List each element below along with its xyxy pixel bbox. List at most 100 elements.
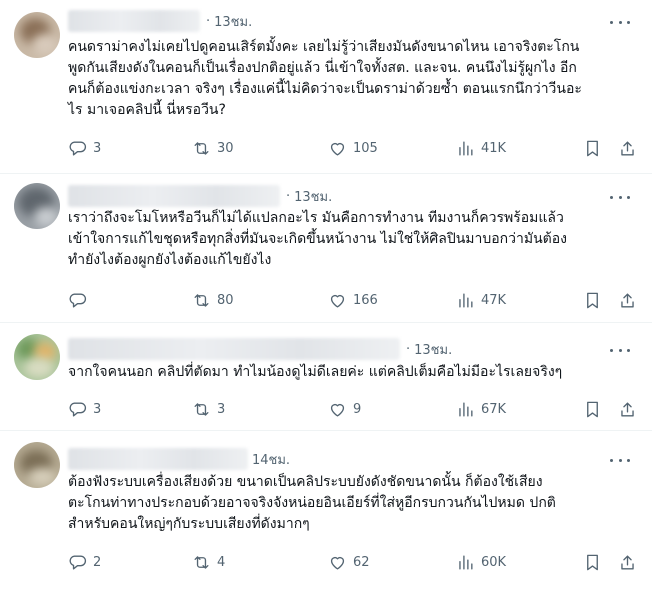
more-options-button[interactable]	[610, 12, 630, 32]
bookmark-icon	[587, 292, 598, 308]
like-count: 166	[353, 292, 378, 308]
like-button[interactable]: 166	[328, 289, 378, 311]
retweet-button[interactable]: 80	[192, 289, 234, 311]
post[interactable]: · 13ชม. เราว่าถึงจะโมโหหรือวีนก็ไม่ได้แป…	[0, 175, 652, 323]
bookmark-icon	[587, 401, 598, 417]
more-icon-dot	[618, 195, 622, 199]
more-options-button[interactable]	[610, 340, 630, 360]
author-name[interactable]	[68, 338, 400, 360]
more-options-button[interactable]	[610, 450, 630, 470]
retweet-icon	[194, 402, 209, 416]
separator-dot: ·	[206, 13, 211, 29]
post-time[interactable]: 13ชม.	[414, 339, 452, 360]
retweet-button[interactable]: 4	[192, 551, 225, 573]
more-icon-dot	[618, 458, 622, 462]
post-time[interactable]: 13ชม.	[294, 186, 332, 207]
reply-count: 3	[93, 401, 102, 417]
post-text: ต้องฟังระบบเครื่องเสียงด้วย ขนาดเป็นคลิป…	[68, 474, 556, 532]
views-icon	[459, 401, 473, 417]
share-icon	[621, 401, 634, 417]
bookmark-button[interactable]	[583, 289, 602, 311]
author-name[interactable]	[68, 10, 200, 32]
post-actions: 3 30 105 41K	[68, 137, 640, 159]
retweet-icon	[194, 555, 209, 569]
views-count: 67K	[481, 401, 507, 417]
bookmark-icon	[587, 140, 598, 156]
like-button[interactable]: 9	[328, 398, 361, 420]
author-name[interactable]	[68, 448, 248, 470]
reply-button[interactable]: 2	[68, 551, 101, 573]
share-icon	[621, 140, 634, 156]
views-button[interactable]: 67K	[456, 398, 506, 420]
share-button[interactable]	[618, 398, 637, 420]
reply-count: 3	[93, 140, 102, 156]
more-icon-dot	[618, 348, 622, 352]
more-icon	[610, 348, 613, 352]
retweet-button[interactable]: 30	[192, 137, 234, 159]
post[interactable]: · 13ชม. จากใจคนนอก คลิปที่ตัดมา ทำไมน้อง…	[0, 324, 652, 431]
share-button[interactable]	[618, 551, 637, 573]
more-icon-dot	[627, 458, 630, 462]
separator-dot: ·	[406, 341, 411, 357]
reply-button[interactable]: 3	[68, 137, 101, 159]
share-icon	[621, 292, 634, 308]
share-button[interactable]	[618, 289, 637, 311]
retweet-count: 4	[217, 554, 226, 570]
more-icon-dot	[627, 195, 630, 199]
more-options-button[interactable]	[610, 187, 630, 207]
avatar[interactable]	[14, 12, 60, 58]
reply-icon	[69, 401, 87, 417]
reply-button[interactable]: 3	[68, 398, 101, 420]
views-count: 41K	[481, 140, 507, 156]
heart-icon	[330, 294, 345, 308]
heart-icon	[330, 142, 345, 156]
like-count: 105	[353, 140, 378, 156]
retweet-count: 3	[217, 401, 226, 417]
retweet-count: 30	[217, 140, 234, 156]
views-button[interactable]: 47K	[456, 289, 506, 311]
like-button[interactable]: 62	[328, 551, 370, 573]
post-text: เราว่าถึงจะโมโหหรือวีนก็ไม่ได้แปลกอะไร ม…	[68, 210, 567, 268]
views-icon	[459, 292, 473, 308]
post-actions: 80 166 47K	[68, 289, 640, 311]
post-text: จากใจคนนอก คลิปที่ตัดมา ทำไมน้องดูไม่ดีเ…	[68, 364, 563, 380]
share-icon	[621, 554, 634, 570]
like-button[interactable]: 105	[328, 137, 378, 159]
views-icon	[459, 140, 473, 156]
post-time[interactable]: 13ชม.	[214, 11, 252, 32]
retweet-icon	[194, 293, 209, 307]
retweet-count: 80	[217, 292, 234, 308]
views-button[interactable]: 41K	[456, 137, 506, 159]
heart-icon	[330, 403, 345, 417]
avatar[interactable]	[14, 183, 60, 229]
post-time[interactable]: 14ชม.	[252, 449, 290, 470]
post-actions: 2 4 62 60K	[68, 551, 640, 573]
more-icon-dot	[627, 348, 630, 352]
author-name[interactable]	[68, 185, 280, 207]
reply-button[interactable]	[68, 289, 93, 311]
more-icon	[610, 195, 613, 199]
reply-icon	[69, 554, 87, 570]
views-button[interactable]: 60K	[456, 551, 506, 573]
more-icon	[610, 458, 613, 462]
reply-count: 2	[93, 554, 102, 570]
like-count: 9	[353, 401, 362, 417]
views-count: 47K	[481, 292, 507, 308]
reply-icon	[69, 292, 87, 308]
like-count: 62	[353, 554, 370, 570]
heart-icon	[330, 556, 345, 570]
retweet-button[interactable]: 3	[192, 398, 225, 420]
avatar[interactable]	[14, 442, 60, 488]
reply-icon	[69, 140, 87, 156]
share-button[interactable]	[618, 137, 637, 159]
bookmark-button[interactable]	[583, 137, 602, 159]
separator-dot: ·	[286, 188, 291, 204]
bookmark-button[interactable]	[583, 398, 602, 420]
views-icon	[459, 554, 473, 570]
bookmark-button[interactable]	[583, 551, 602, 573]
post[interactable]: · 13ชม. คนดราม่าคงไม่เคยไปดูคอนเสิร์ตมั้…	[0, 0, 652, 174]
post[interactable]: 14ชม. ต้องฟังระบบเครื่องเสียงด้วย ขนาดเป…	[0, 432, 652, 595]
more-icon	[610, 20, 613, 24]
more-icon-dot	[627, 20, 630, 24]
avatar[interactable]	[14, 334, 60, 380]
